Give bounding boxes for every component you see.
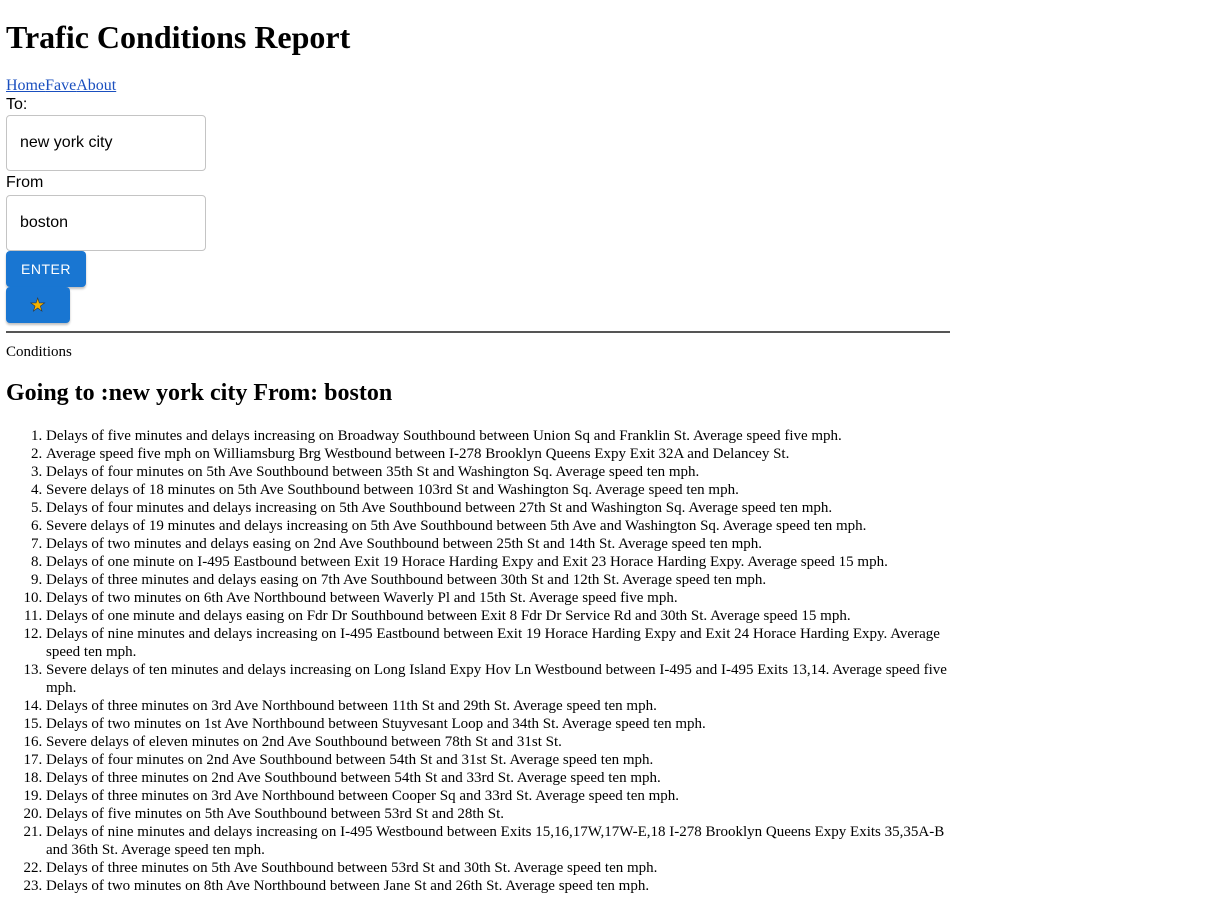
nav-links: HomeFaveAbout [6,76,1212,95]
condition-item: Severe delays of eleven minutes on 2nd A… [46,733,951,751]
divider [6,331,950,333]
to-input[interactable]: new york city [6,115,206,171]
page-container: Trafic Conditions Report HomeFaveAbout T… [0,0,1218,895]
condition-item: Delays of nine minutes and delays increa… [46,625,951,661]
condition-item: Delays of five minutes on 5th Ave Southb… [46,805,951,823]
condition-item: Delays of four minutes on 2nd Ave Southb… [46,751,951,769]
condition-item: Delays of one minute and delays easing o… [46,607,951,625]
nav-link-fave[interactable]: Fave [45,77,76,94]
condition-item: Severe delays of ten minutes and delays … [46,661,951,697]
condition-item: Delays of five minutes and delays increa… [46,427,951,445]
condition-item: Delays of three minutes and delays easin… [46,571,951,589]
condition-item: Delays of one minute on I-495 Eastbound … [46,553,951,571]
from-input[interactable]: boston [6,195,206,251]
page-title: Trafic Conditions Report [6,19,351,55]
enter-button[interactable]: ENTER [6,251,86,287]
condition-item: Delays of four minutes on 5th Ave Southb… [46,463,951,481]
route-heading: Going to :new york city From: boston [6,380,393,406]
condition-item: Delays of three minutes on 3rd Ave North… [46,787,951,805]
condition-item: Severe delays of 18 minutes on 5th Ave S… [46,481,951,499]
condition-item: Delays of three minutes on 5th Ave South… [46,859,951,877]
conditions-list: Delays of five minutes and delays increa… [6,427,951,895]
condition-item: Delays of three minutes on 2nd Ave South… [46,769,951,787]
fave-button[interactable]: ★ [6,287,70,323]
condition-item: Delays of two minutes on 8th Ave Northbo… [46,877,951,895]
condition-item: Average speed five mph on Williamsburg B… [46,445,951,463]
conditions-label: Conditions [6,344,72,360]
condition-item: Severe delays of 19 minutes and delays i… [46,517,951,535]
star-icon: ★ [29,294,47,315]
condition-item: Delays of nine minutes and delays increa… [46,823,951,859]
condition-item: Delays of four minutes and delays increa… [46,499,951,517]
condition-item: Delays of two minutes on 1st Ave Northbo… [46,715,951,733]
from-label: From [6,174,44,191]
to-label: To: [6,96,28,113]
nav-link-home[interactable]: Home [6,77,45,94]
condition-item: Delays of three minutes on 3rd Ave North… [46,697,951,715]
condition-item: Delays of two minutes on 6th Ave Northbo… [46,589,951,607]
nav-link-about[interactable]: About [76,77,116,94]
condition-item: Delays of two minutes and delays easing … [46,535,951,553]
